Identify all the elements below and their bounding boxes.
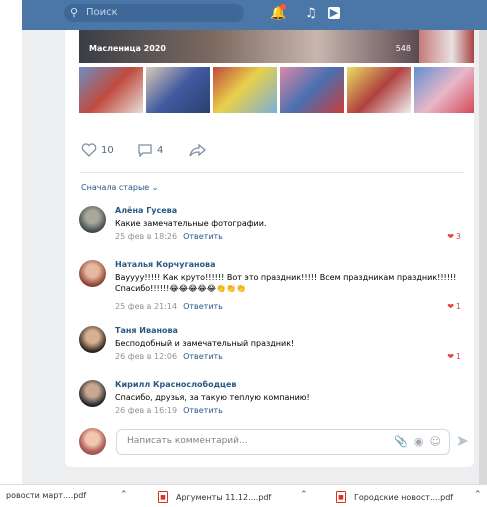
comment-input[interactable]: Написать комментарий... 📎 ◉ ☺ [116,429,450,455]
share-icon [189,143,207,157]
comment-item: Таня Иванова Бесподобный и замечательный… [79,326,469,374]
download-filename: Городские новост....pdf [354,492,454,502]
photo-strip [79,67,474,113]
comment-like-count: 1 [455,352,461,361]
avatar[interactable] [79,260,106,287]
comment-author[interactable]: Кирилл Краснослободцев [115,380,236,389]
avatar[interactable] [79,326,106,353]
comment-like[interactable]: ❤ 1 [447,302,461,311]
download-item[interactable]: ■ Аргументы 11.12....pdf [158,491,271,503]
send-icon[interactable]: ➤ [456,431,469,450]
comment-button[interactable]: 4 [137,143,163,157]
album-title: Масленица 2020 [89,44,166,53]
attach-icon[interactable]: 📎 [394,435,408,448]
comment-item: Алёна Гусева Какие замечательные фотогра… [79,206,469,256]
comment-meta: 25 фев в 18:26 Ответить [115,232,223,241]
top-header: ⚲ Поиск 🔔 ♫ ▶ [22,0,487,30]
photo-thumb[interactable] [347,67,411,113]
post-card: Масленица 2020 548 10 4 Сначала старые ⌄… [65,30,474,467]
share-button[interactable] [189,143,211,157]
camera-icon[interactable]: ◉ [414,435,424,448]
comment-item: Наталья Корчуганова Вауууу!!!!! Как крут… [79,260,469,318]
chevron-up-icon[interactable]: ⌃ [300,490,308,500]
comment-date: 26 фев в 16:19 [115,406,178,415]
comment-like[interactable]: ❤ 3 [447,232,461,241]
search-box[interactable]: ⚲ Поиск [64,4,244,22]
reply-link[interactable]: Ответить [183,302,223,311]
heart-icon: ❤ [447,302,454,311]
comment-meta: 25 фев в 21:14 Ответить [115,302,223,311]
chevron-up-icon[interactable]: ⌃ [120,490,128,500]
post-actions: 10 4 [79,143,469,163]
pdf-icon: ■ [158,491,168,503]
reply-link[interactable]: Ответить [183,406,223,415]
search-icon: ⚲ [70,6,79,19]
comment-date: 26 фев в 12:06 [115,352,178,361]
photo-thumb[interactable] [213,67,277,113]
comment-compose: Написать комментарий... 📎 ◉ ☺ ➤ [79,426,469,458]
download-filename: Аргументы 11.12....pdf [176,492,272,502]
heart-icon: ❤ [447,352,454,361]
download-item[interactable]: ■ Городские новост....pdf [336,491,453,503]
comment-text: Какие замечательные фотографии. [115,219,267,228]
comment-meta: 26 фев в 16:19 Ответить [115,406,223,415]
photo-thumb[interactable] [146,67,210,113]
photo-thumb[interactable] [79,67,143,113]
download-item[interactable]: ровости март....pdf [6,491,86,500]
comment-like-count: 3 [455,232,461,241]
downloads-bar: ровости март....pdf ⌃ ■ Аргументы 11.12.… [0,484,487,507]
comment-like[interactable]: ❤ 1 [447,352,461,361]
emoji-icon[interactable]: ☺ [430,435,441,448]
divider [79,172,464,173]
download-filename: ровости март....pdf [6,491,87,500]
chevron-up-icon[interactable]: ⌃ [474,490,482,500]
avatar[interactable] [79,206,106,233]
comments-sort[interactable]: Сначала старые ⌄ [81,183,158,192]
photo-thumb[interactable] [280,67,344,113]
compose-icons: 📎 ◉ ☺ [394,435,441,448]
like-button[interactable]: 10 [81,143,114,157]
comment-date: 25 фев в 18:26 [115,232,178,241]
album-cover-2[interactable] [419,30,474,63]
my-avatar[interactable] [79,428,106,455]
heart-icon: ❤ [447,232,454,241]
play-icon[interactable]: ▶ [328,7,340,19]
comment-input-placeholder: Написать комментарий... [127,436,248,446]
reply-link[interactable]: Ответить [183,352,223,361]
album-cover[interactable]: Масленица 2020 548 [79,30,419,63]
comment-author[interactable]: Наталья Корчуганова [115,260,216,269]
notification-badge [280,4,286,10]
comment-meta: 26 фев в 12:06 Ответить [115,352,223,361]
comment-like-count: 1 [455,302,461,311]
comment-text: Спасибо, друзья, за такую теплую компани… [115,393,310,402]
comment-count: 4 [157,144,164,156]
avatar[interactable] [79,380,106,407]
like-count: 10 [101,144,114,156]
photo-thumb[interactable] [414,67,474,113]
search-input[interactable]: Поиск [86,7,118,18]
album-count: 548 [395,44,411,53]
heart-icon [81,143,97,157]
scrollbar[interactable] [479,30,487,484]
music-icon[interactable]: ♫ [305,6,317,21]
comment-icon [138,144,152,157]
left-edge [0,0,23,484]
reply-link[interactable]: Ответить [183,232,223,241]
comment-text: Бесподобный и замечательный праздник! [115,339,295,348]
comment-author[interactable]: Таня Иванова [115,326,178,335]
comment-author[interactable]: Алёна Гусева [115,206,177,215]
comment-date: 25 фев в 21:14 [115,302,178,311]
comment-text: Вауууу!!!!! Как круто!!!!!! Вот это праз… [115,273,457,293]
comment-item: Кирилл Краснослободцев Спасибо, друзья, … [79,380,469,422]
pdf-icon: ■ [336,491,346,503]
